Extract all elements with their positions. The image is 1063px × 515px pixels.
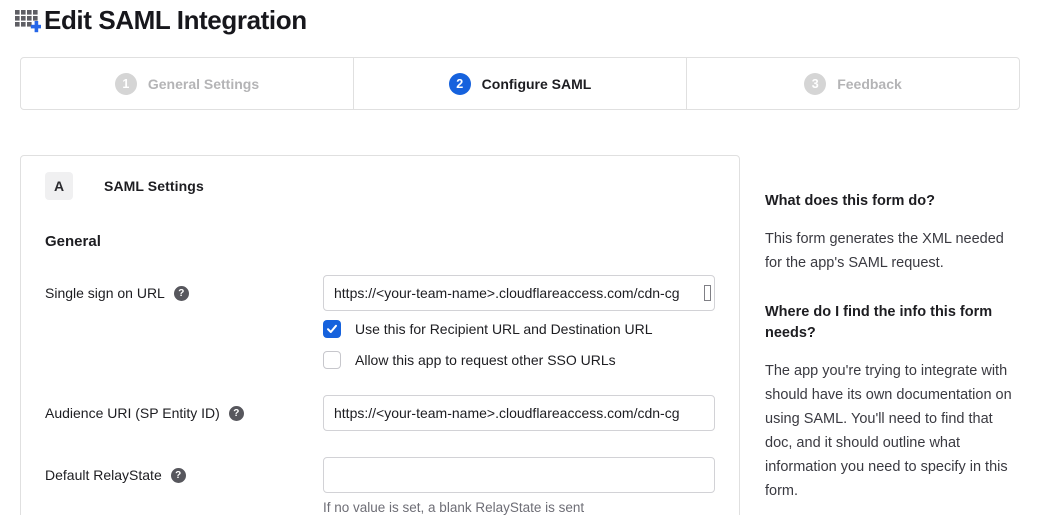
input-wrapper	[323, 275, 715, 311]
recipient-url-checkbox[interactable]	[323, 320, 341, 338]
help-sidebar: What does this form do? This form genera…	[765, 191, 1015, 515]
step-number-badge: 2	[449, 73, 471, 95]
section-header: A SAML Settings	[45, 172, 715, 200]
step-feedback[interactable]: 3 Feedback	[687, 58, 1019, 109]
field-row-single-sign-on-url: Single sign on URL ? Use this for Recipi…	[45, 275, 715, 369]
section-badge-a: A	[45, 172, 73, 200]
step-label: Feedback	[837, 76, 902, 92]
recipient-url-checkbox-row: Use this for Recipient URL and Destinati…	[323, 320, 715, 338]
help-icon[interactable]: ?	[174, 286, 189, 301]
field-row-audience-uri: Audience URI (SP Entity ID) ?	[45, 395, 715, 431]
input-wrapper	[323, 457, 715, 493]
field-control-cell: Use this for Recipient URL and Destinati…	[323, 275, 715, 369]
page-title: Edit SAML Integration	[44, 5, 307, 36]
step-number-badge: 3	[804, 73, 826, 95]
other-sso-urls-checkbox-label: Allow this app to request other SSO URLs	[355, 352, 616, 368]
recipient-url-checkbox-label: Use this for Recipient URL and Destinati…	[355, 321, 653, 337]
field-label-cell: Default RelayState ?	[45, 457, 323, 483]
sidebar-heading-what: What does this form do?	[765, 191, 1015, 212]
field-row-default-relaystate: Default RelayState ? If no value is set,…	[45, 457, 715, 515]
default-relaystate-label: Default RelayState	[45, 467, 162, 483]
single-sign-on-url-input[interactable]	[323, 275, 715, 311]
text-cursor	[704, 285, 711, 301]
step-general-settings[interactable]: 1 General Settings	[21, 58, 354, 109]
wizard-stepper: 1 General Settings 2 Configure SAML 3 Fe…	[20, 57, 1020, 110]
sidebar-heading-where: Where do I find the info this form needs…	[765, 302, 1015, 344]
step-label: Configure SAML	[482, 76, 592, 92]
step-configure-saml[interactable]: 2 Configure SAML	[354, 58, 687, 109]
default-relaystate-input[interactable]	[323, 457, 715, 493]
field-control-cell: If no value is set, a blank RelayState i…	[323, 457, 715, 515]
other-sso-urls-checkbox-row: Allow this app to request other SSO URLs	[323, 351, 715, 369]
step-label: General Settings	[148, 76, 259, 92]
general-group-title: General	[45, 233, 715, 250]
page-header: Edit SAML Integration	[14, 5, 307, 36]
field-label-cell: Single sign on URL ?	[45, 275, 323, 301]
field-control-cell	[323, 395, 715, 431]
saml-settings-card: A SAML Settings General Single sign on U…	[20, 155, 740, 515]
help-icon[interactable]: ?	[171, 468, 186, 483]
add-app-icon	[14, 7, 41, 34]
edit-saml-integration-page: Edit SAML Integration 1 General Settings…	[0, 0, 1063, 515]
audience-uri-label: Audience URI (SP Entity ID)	[45, 405, 220, 421]
input-wrapper	[323, 395, 715, 431]
sidebar-body-where: The app you're trying to integrate with …	[765, 359, 1015, 503]
step-number-badge: 1	[115, 73, 137, 95]
section-title: SAML Settings	[104, 178, 204, 194]
other-sso-urls-checkbox[interactable]	[323, 351, 341, 369]
help-icon[interactable]: ?	[229, 406, 244, 421]
checkmark-icon	[326, 323, 338, 335]
relaystate-helper-text: If no value is set, a blank RelayState i…	[323, 500, 715, 515]
single-sign-on-url-label: Single sign on URL	[45, 285, 165, 301]
sidebar-body-what: This form generates the XML needed for t…	[765, 227, 1015, 275]
field-label-cell: Audience URI (SP Entity ID) ?	[45, 395, 323, 421]
audience-uri-input[interactable]	[323, 395, 715, 431]
